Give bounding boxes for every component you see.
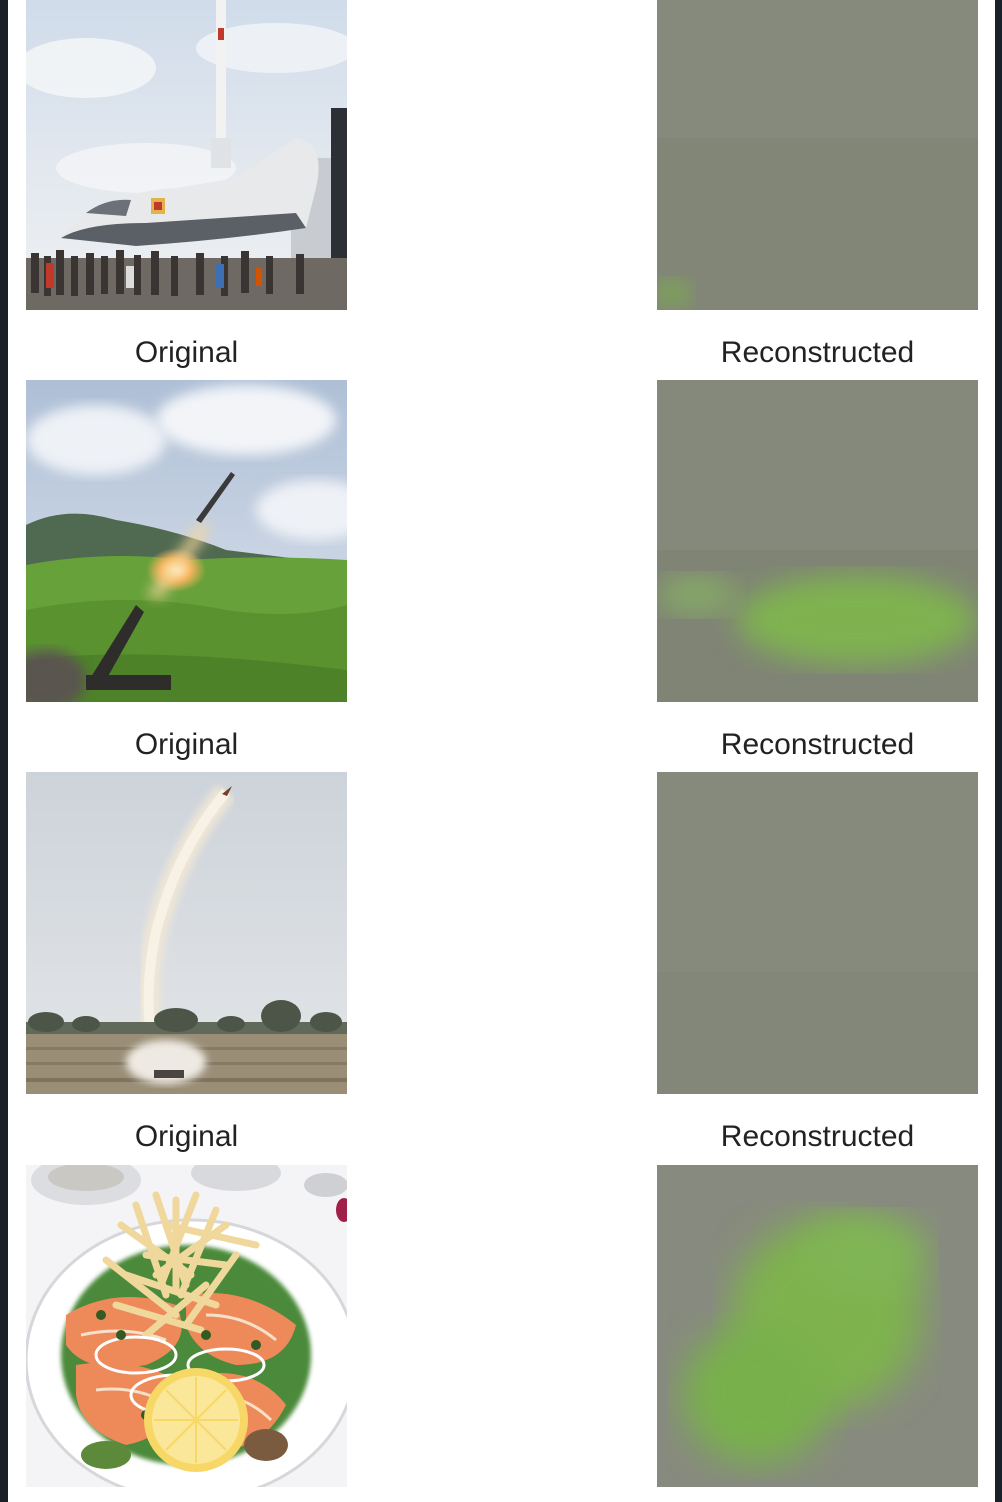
reconstruction-blur [657,1165,978,1487]
reconstructed-image-4 [657,1165,978,1487]
reconstructed-caption: Reconstructed [720,336,915,369]
reconstructed-image-2 [657,380,978,702]
original-caption: Original [134,1120,239,1153]
original-image-rocket-launch-hill [26,380,347,702]
original-caption: Original [134,336,239,369]
reconstructed-image-1 [657,0,978,310]
reconstructed-caption: Reconstructed [720,728,915,761]
original-image-salmon-fries-plate [26,1165,347,1487]
rocket-launch-image [26,380,347,702]
original-image-spaceplane [26,0,347,310]
reconstructed-caption: Reconstructed [720,1120,915,1153]
smoke-trail-image [26,772,347,1094]
reconstruction-blur [657,0,978,310]
reconstruction-blur [657,380,978,702]
reconstruction-blur [657,772,978,1094]
food-plate-image [26,1165,347,1487]
spaceplane-image [26,0,347,310]
figure-panel: Original Reconstructed Original Reconstr… [8,0,995,1502]
original-image-rocket-smoke-trail [26,772,347,1094]
original-caption: Original [134,728,239,761]
reconstructed-image-3 [657,772,978,1094]
